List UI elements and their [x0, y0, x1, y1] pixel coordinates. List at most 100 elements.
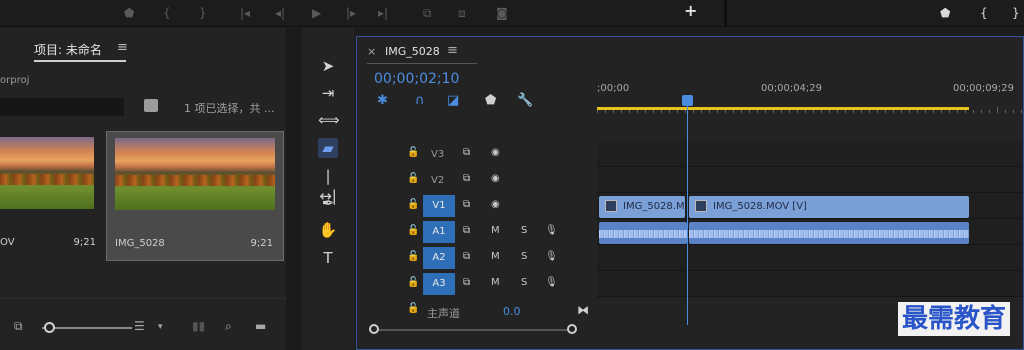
lock-icon[interactable]: 🔓	[407, 251, 419, 262]
nest-icon[interactable]: ✱	[377, 93, 388, 108]
settings-wrench-icon[interactable]: 🔧	[517, 93, 533, 108]
solo-button[interactable]: S	[521, 225, 527, 236]
playhead-timecode[interactable]: 00;00;02;10	[374, 71, 459, 87]
selection-tool-icon[interactable]: ➤	[318, 56, 338, 76]
mute-button[interactable]: M	[491, 225, 500, 236]
mark-out-icon-program[interactable]: }	[1012, 5, 1020, 21]
freeform-view-icon[interactable]: ⧉	[14, 319, 23, 334]
track-name[interactable]: V2	[431, 175, 444, 186]
lock-icon[interactable]: 🔓	[407, 225, 419, 236]
track-header: 🔓 A2 ⧉ M S 🎙	[357, 245, 595, 271]
project-scrollbar[interactable]	[286, 28, 300, 350]
search-icon[interactable]: ⌕	[225, 319, 232, 334]
scroll-knob-left[interactable]	[369, 324, 379, 334]
close-icon[interactable]: ×	[367, 45, 376, 58]
track-lane[interactable]	[597, 167, 1023, 193]
sync-lock-icon[interactable]: ⧉	[463, 277, 470, 288]
clip-thumbnail	[0, 137, 94, 209]
video-clip[interactable]: IMG_5028.M	[599, 196, 685, 218]
zoom-slider[interactable]	[42, 327, 132, 329]
marker-icon-program[interactable]: ⬟	[940, 5, 950, 21]
clip-item-selected[interactable]: IMG_5028 9;21	[106, 131, 284, 261]
master-volume[interactable]: 0.0	[503, 305, 521, 318]
lock-icon[interactable]: 🔓	[407, 147, 419, 158]
lock-icon[interactable]: 🔓	[407, 277, 419, 288]
sync-lock-icon[interactable]: ⧉	[463, 173, 470, 184]
razor-tool-icon[interactable]: ▰	[318, 138, 338, 158]
chevron-down-icon[interactable]: ▾	[158, 322, 163, 332]
step-forward-icon[interactable]: |▸	[346, 5, 356, 21]
lock-icon[interactable]: 🔓	[407, 173, 419, 184]
camera-icon[interactable]: ◙	[496, 5, 508, 21]
playhead-handle[interactable]	[682, 95, 693, 106]
project-menu-icon[interactable]: ≡	[117, 40, 128, 55]
track-lane[interactable]	[597, 245, 1023, 271]
track-name[interactable]: V1	[423, 195, 455, 217]
clip-label: IMG_5028.M	[623, 201, 685, 212]
microphone-icon[interactable]: 🎙	[545, 277, 558, 288]
search-input[interactable]	[0, 98, 124, 116]
snap-icon[interactable]: ∩	[415, 93, 425, 108]
play-icon[interactable]: ▶	[312, 5, 321, 21]
lock-icon[interactable]: 🔓	[407, 199, 419, 210]
marker-icon[interactable]: ⬟	[124, 5, 134, 21]
lock-icon[interactable]: 🔓	[407, 303, 419, 314]
video-clip[interactable]: IMG_5028.MOV [V]	[689, 196, 969, 218]
sync-lock-icon[interactable]: ⧉	[463, 251, 470, 262]
eye-icon[interactable]: ◉	[491, 147, 500, 158]
solo-button[interactable]: S	[521, 251, 527, 262]
go-to-out-icon[interactable]: ▸|	[378, 5, 388, 21]
waveform	[599, 230, 687, 238]
track-name[interactable]: A3	[423, 273, 455, 295]
ripple-edit-tool-icon[interactable]: ⟺	[318, 110, 340, 130]
track-name[interactable]: V3	[431, 149, 444, 160]
add-button-icon[interactable]: +	[684, 3, 697, 19]
track-name[interactable]: A1	[423, 221, 455, 243]
mute-button[interactable]: M	[491, 277, 500, 288]
work-area-bar[interactable]	[597, 107, 969, 110]
eye-icon[interactable]: ◉	[491, 173, 500, 184]
mark-in-icon[interactable]: {	[163, 5, 171, 21]
overwrite-icon[interactable]: ⧈	[458, 5, 466, 21]
new-bin-icon[interactable]: ▬	[255, 319, 266, 333]
track-lane[interactable]	[597, 141, 1023, 167]
track-name[interactable]: A2	[423, 247, 455, 269]
zoom-slider-knob[interactable]	[44, 322, 55, 333]
pen-tool-icon[interactable]: ✒	[318, 193, 338, 213]
mute-button[interactable]: M	[491, 251, 500, 262]
linked-selection-icon[interactable]: ◪	[447, 93, 459, 108]
eye-icon[interactable]: ◉	[491, 199, 500, 210]
scroll-knob-right[interactable]	[567, 324, 577, 334]
mark-in-icon-program[interactable]: {	[980, 5, 988, 21]
sync-lock-icon[interactable]: ⧉	[463, 225, 470, 236]
audio-clip[interactable]	[689, 222, 969, 244]
sequence-title[interactable]: IMG_5028	[385, 45, 440, 58]
track-select-tool-icon[interactable]: ⇥	[318, 83, 338, 103]
track-lane[interactable]: IMG_5028.M IMG_5028.MOV [V]	[597, 193, 1023, 219]
timeline-zoom-scrollbar[interactable]	[367, 324, 577, 334]
add-marker-icon[interactable]: ⬟	[485, 93, 496, 108]
type-tool-icon[interactable]: T	[318, 248, 338, 268]
audio-clip[interactable]	[599, 222, 687, 244]
clip-item[interactable]: OV 9;21	[0, 131, 100, 261]
go-to-in-icon[interactable]: |◂	[240, 5, 250, 21]
go-to-end-icon[interactable]: ⧓	[577, 303, 589, 317]
microphone-icon[interactable]: 🎙	[545, 225, 558, 236]
sync-lock-icon[interactable]: ⧉	[463, 199, 470, 210]
timeline-menu-icon[interactable]: ≡	[447, 43, 458, 58]
hand-tool-icon[interactable]: ✋	[318, 220, 338, 240]
solo-button[interactable]: S	[521, 277, 527, 288]
track-lane[interactable]	[597, 271, 1023, 297]
slip-tool-icon[interactable]: |↔|	[318, 166, 338, 205]
insert-icon[interactable]: ⧉	[423, 5, 432, 21]
new-bin-from-search-icon[interactable]	[144, 99, 158, 112]
track-header: 🔓 A3 ⧉ M S 🎙	[357, 271, 595, 297]
clip-thumbnail	[115, 138, 275, 210]
mark-out-icon[interactable]: }	[199, 5, 207, 21]
step-back-icon[interactable]: ◂|	[275, 5, 285, 21]
sync-lock-icon[interactable]: ⧉	[463, 147, 470, 158]
track-lane[interactable]	[597, 219, 1023, 245]
microphone-icon[interactable]: 🎙	[545, 251, 558, 262]
project-tab[interactable]: 项目: 未命名	[34, 41, 102, 58]
sort-icon[interactable]: ☰	[134, 319, 145, 333]
